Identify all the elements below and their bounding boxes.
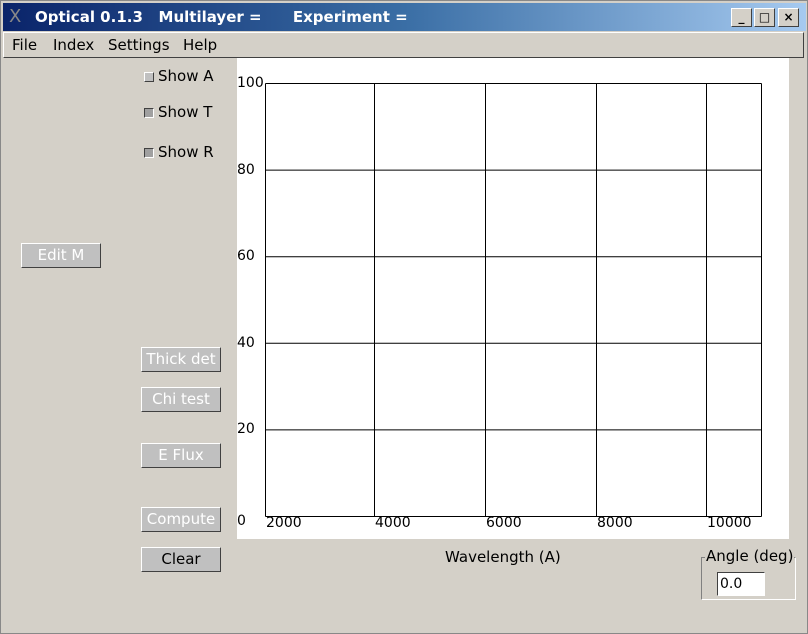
- close-button[interactable]: ×: [778, 8, 799, 27]
- menu-bar: File Index Settings Help: [3, 32, 804, 58]
- angle-label: Angle (deg): [705, 547, 795, 565]
- chi-test-button[interactable]: Chi test: [141, 387, 221, 412]
- menu-file[interactable]: File: [12, 36, 37, 54]
- compute-button[interactable]: Compute: [141, 507, 221, 532]
- show-r-checkbox[interactable]: Show R: [144, 143, 214, 161]
- checkbox-label: Show R: [158, 143, 214, 161]
- window-title: Optical 0.1.3 Multilayer = Experiment =: [35, 8, 408, 26]
- x-tick-label: 4000: [375, 515, 411, 531]
- y-tick-label: 60: [237, 248, 255, 265]
- y-tick-label: 100: [237, 75, 264, 91]
- thick-det-button[interactable]: Thick det: [141, 347, 221, 372]
- y-tick-label: 20: [237, 421, 255, 438]
- edit-m-button[interactable]: Edit M: [21, 243, 101, 268]
- e-flux-button[interactable]: E Flux: [141, 443, 221, 468]
- checkbox-label: Show T: [158, 103, 213, 121]
- checkbox-box: [144, 108, 154, 118]
- y-tick-label: 80: [237, 161, 255, 178]
- show-t-checkbox[interactable]: Show T: [144, 103, 212, 121]
- y-tick-label: 40: [237, 334, 255, 351]
- x-tick-label: 10000: [707, 515, 752, 531]
- x-tick-label: 8000: [597, 515, 633, 531]
- x-tick-label: 6000: [486, 515, 522, 531]
- checkbox-label: Show A: [158, 67, 214, 85]
- maximize-button[interactable]: □: [754, 8, 775, 27]
- clear-button[interactable]: Clear: [141, 547, 221, 572]
- x-tick-label: 2000: [266, 515, 302, 531]
- x-axis-label: Wavelength (A): [445, 548, 561, 566]
- angle-input[interactable]: 0.0: [717, 572, 765, 596]
- minimize-button[interactable]: _: [731, 8, 752, 27]
- plot-area: [237, 58, 789, 539]
- menu-help[interactable]: Help: [183, 36, 217, 54]
- y-tick-label: 0: [237, 513, 246, 529]
- menu-index[interactable]: Index: [53, 36, 94, 54]
- x-logo-icon: X: [9, 6, 22, 27]
- title-bar: X Optical 0.1.3 Multilayer = Experiment …: [3, 3, 806, 31]
- chart-grid: [265, 83, 762, 517]
- show-a-checkbox[interactable]: Show A: [144, 67, 214, 85]
- checkbox-box: [144, 148, 154, 158]
- menu-settings[interactable]: Settings: [108, 36, 170, 54]
- checkbox-box: [144, 72, 154, 82]
